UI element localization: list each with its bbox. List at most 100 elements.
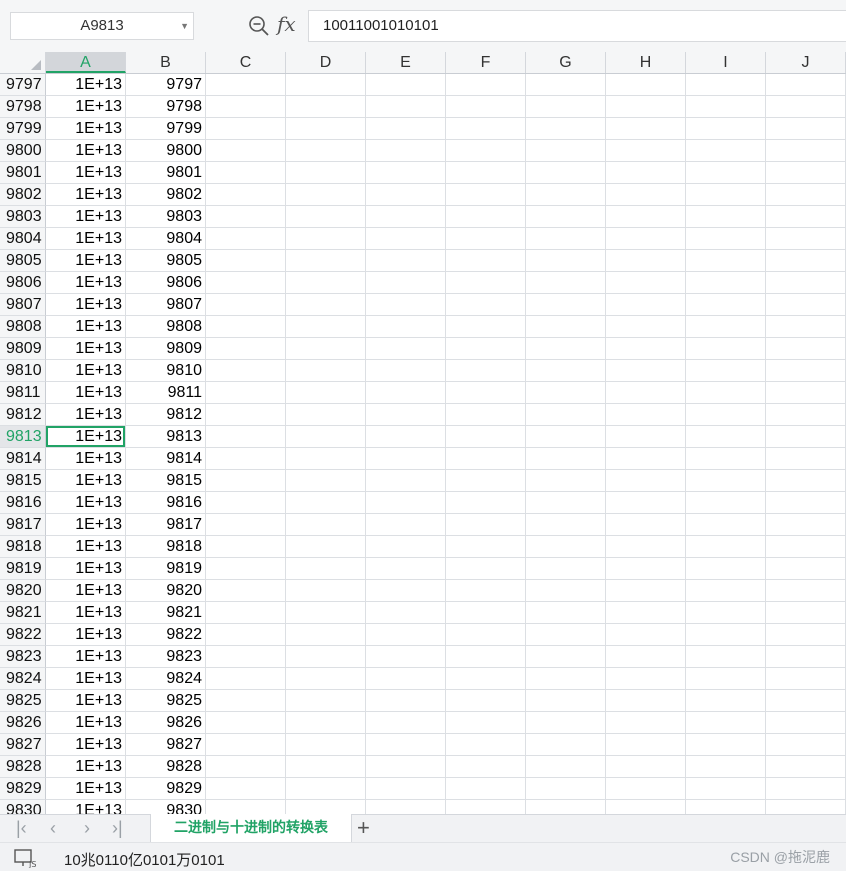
cell-a[interactable]: 1E+13 bbox=[46, 162, 126, 184]
row-header[interactable]: 9812 bbox=[0, 404, 46, 426]
cell-a[interactable]: 1E+13 bbox=[46, 426, 126, 448]
cell-i[interactable] bbox=[686, 272, 766, 294]
cell-i[interactable] bbox=[686, 316, 766, 338]
cell-i[interactable] bbox=[686, 558, 766, 580]
cell-j[interactable] bbox=[766, 140, 846, 162]
cell-a[interactable]: 1E+13 bbox=[46, 206, 126, 228]
cell-c[interactable] bbox=[206, 448, 286, 470]
cell-g[interactable] bbox=[526, 448, 606, 470]
sheet-tab-active[interactable]: 二进制与十进制的转换表 bbox=[150, 814, 352, 842]
cell-d[interactable] bbox=[286, 734, 366, 756]
cell-b[interactable]: 9808 bbox=[126, 316, 206, 338]
row-header[interactable]: 9805 bbox=[0, 250, 46, 272]
cell-d[interactable] bbox=[286, 448, 366, 470]
cell-f[interactable] bbox=[446, 338, 526, 360]
cell-d[interactable] bbox=[286, 272, 366, 294]
cell-e[interactable] bbox=[366, 382, 446, 404]
cell-d[interactable] bbox=[286, 382, 366, 404]
cell-g[interactable] bbox=[526, 294, 606, 316]
cell-a[interactable]: 1E+13 bbox=[46, 690, 126, 712]
cell-c[interactable] bbox=[206, 558, 286, 580]
cell-e[interactable] bbox=[366, 778, 446, 800]
cell-c[interactable] bbox=[206, 470, 286, 492]
cell-f[interactable] bbox=[446, 756, 526, 778]
cell-e[interactable] bbox=[366, 140, 446, 162]
cell-c[interactable] bbox=[206, 382, 286, 404]
cell-h[interactable] bbox=[606, 294, 686, 316]
cell-e[interactable] bbox=[366, 228, 446, 250]
cell-g[interactable] bbox=[526, 426, 606, 448]
cell-g[interactable] bbox=[526, 162, 606, 184]
cell-f[interactable] bbox=[446, 360, 526, 382]
cell-f[interactable] bbox=[446, 448, 526, 470]
column-header-f[interactable]: F bbox=[446, 52, 526, 73]
cell-d[interactable] bbox=[286, 580, 366, 602]
cell-c[interactable] bbox=[206, 294, 286, 316]
cell-e[interactable] bbox=[366, 448, 446, 470]
cell-d[interactable] bbox=[286, 118, 366, 140]
cell-i[interactable] bbox=[686, 668, 766, 690]
cell-a[interactable]: 1E+13 bbox=[46, 756, 126, 778]
cell-j[interactable] bbox=[766, 756, 846, 778]
cell-e[interactable] bbox=[366, 514, 446, 536]
cell-g[interactable] bbox=[526, 536, 606, 558]
cell-g[interactable] bbox=[526, 690, 606, 712]
row-header[interactable]: 9814 bbox=[0, 448, 46, 470]
cell-h[interactable] bbox=[606, 140, 686, 162]
cell-e[interactable] bbox=[366, 602, 446, 624]
cell-i[interactable] bbox=[686, 580, 766, 602]
cell-c[interactable] bbox=[206, 250, 286, 272]
row-header[interactable]: 9806 bbox=[0, 272, 46, 294]
row-header[interactable]: 9811 bbox=[0, 382, 46, 404]
cell-f[interactable] bbox=[446, 316, 526, 338]
cell-b[interactable]: 9818 bbox=[126, 536, 206, 558]
row-header[interactable]: 9822 bbox=[0, 624, 46, 646]
cell-b[interactable]: 9806 bbox=[126, 272, 206, 294]
cell-e[interactable] bbox=[366, 690, 446, 712]
cell-h[interactable] bbox=[606, 338, 686, 360]
cell-b[interactable]: 9815 bbox=[126, 470, 206, 492]
cell-e[interactable] bbox=[366, 668, 446, 690]
cell-c[interactable] bbox=[206, 228, 286, 250]
cell-b[interactable]: 9828 bbox=[126, 756, 206, 778]
cell-a[interactable]: 1E+13 bbox=[46, 800, 126, 814]
cell-b[interactable]: 9813 bbox=[126, 426, 206, 448]
cell-i[interactable] bbox=[686, 624, 766, 646]
cell-i[interactable] bbox=[686, 800, 766, 814]
chevron-down-icon[interactable]: ▼ bbox=[180, 13, 189, 39]
cell-b[interactable]: 9812 bbox=[126, 404, 206, 426]
cell-i[interactable] bbox=[686, 646, 766, 668]
cell-e[interactable] bbox=[366, 404, 446, 426]
cell-h[interactable] bbox=[606, 580, 686, 602]
cell-h[interactable] bbox=[606, 162, 686, 184]
cell-c[interactable] bbox=[206, 426, 286, 448]
cell-c[interactable] bbox=[206, 800, 286, 814]
cell-a[interactable]: 1E+13 bbox=[46, 228, 126, 250]
cell-i[interactable] bbox=[686, 448, 766, 470]
cell-g[interactable] bbox=[526, 338, 606, 360]
cell-f[interactable] bbox=[446, 426, 526, 448]
formula-input[interactable]: 10011001010101 bbox=[308, 10, 846, 42]
cell-g[interactable] bbox=[526, 382, 606, 404]
cell-g[interactable] bbox=[526, 668, 606, 690]
cell-a[interactable]: 1E+13 bbox=[46, 514, 126, 536]
cell-e[interactable] bbox=[366, 74, 446, 96]
cell-c[interactable] bbox=[206, 690, 286, 712]
cell-i[interactable] bbox=[686, 228, 766, 250]
column-header-a[interactable]: A bbox=[46, 52, 126, 73]
cell-j[interactable] bbox=[766, 250, 846, 272]
cell-b[interactable]: 9820 bbox=[126, 580, 206, 602]
cell-d[interactable] bbox=[286, 470, 366, 492]
cell-e[interactable] bbox=[366, 580, 446, 602]
cell-c[interactable] bbox=[206, 492, 286, 514]
row-header[interactable]: 9825 bbox=[0, 690, 46, 712]
cell-j[interactable] bbox=[766, 624, 846, 646]
cell-g[interactable] bbox=[526, 646, 606, 668]
cell-j[interactable] bbox=[766, 382, 846, 404]
cell-e[interactable] bbox=[366, 800, 446, 814]
cell-d[interactable] bbox=[286, 140, 366, 162]
cell-d[interactable] bbox=[286, 206, 366, 228]
cell-j[interactable] bbox=[766, 426, 846, 448]
cell-e[interactable] bbox=[366, 646, 446, 668]
cell-g[interactable] bbox=[526, 360, 606, 382]
